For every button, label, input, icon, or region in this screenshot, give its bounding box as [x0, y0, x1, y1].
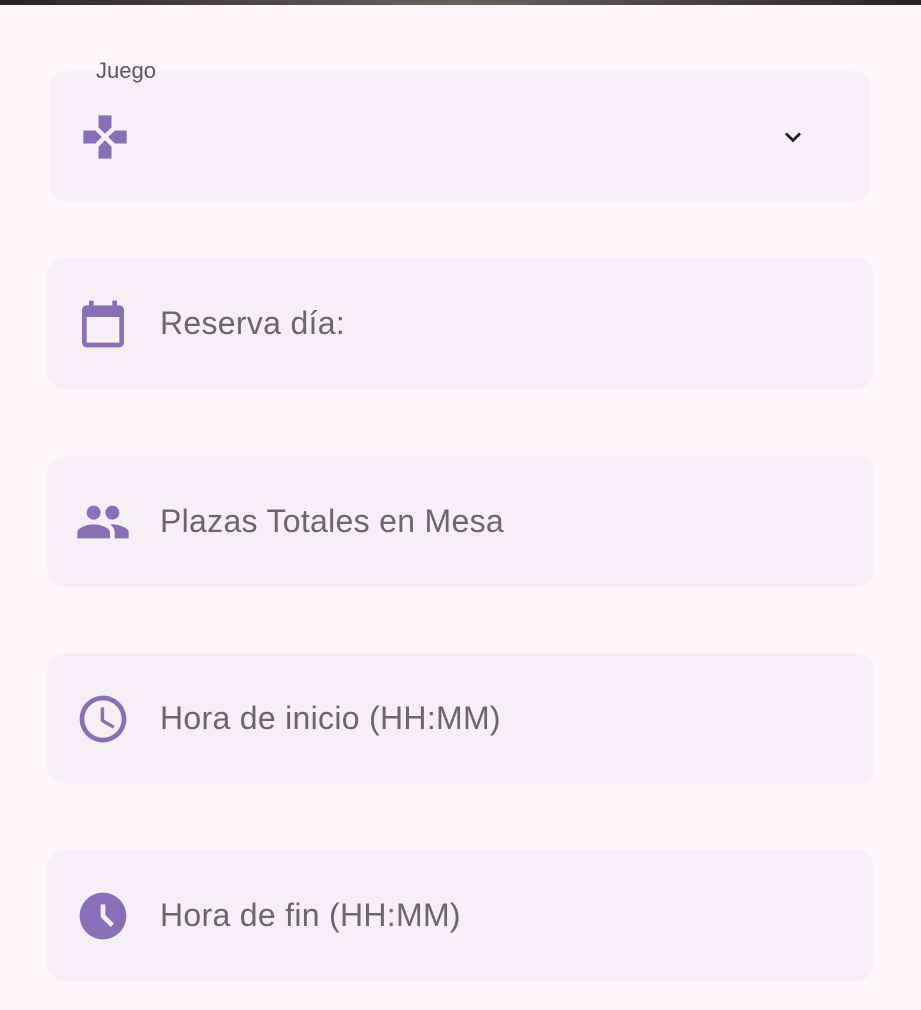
- people-icon: [75, 494, 131, 550]
- chevron-down-icon[interactable]: [773, 117, 813, 157]
- start-time-field-placeholder: Hora de inicio (HH:MM): [160, 700, 501, 736]
- game-dropdown[interactable]: [49, 71, 871, 202]
- game-field-label: Juego: [96, 58, 156, 83]
- seats-field-placeholder: Plazas Totales en Mesa: [160, 503, 504, 539]
- top-image-edge: [0, 0, 921, 5]
- start-time-field[interactable]: Hora de inicio (HH:MM): [47, 653, 874, 784]
- date-field[interactable]: Reserva día:: [47, 258, 874, 389]
- end-time-field-placeholder: Hora de fin (HH:MM): [160, 897, 461, 933]
- calendar-icon: [75, 296, 131, 352]
- clock-outline-icon: [75, 691, 131, 747]
- date-field-placeholder: Reserva día:: [160, 305, 346, 341]
- seats-field[interactable]: Plazas Totales en Mesa: [47, 456, 874, 587]
- end-time-field[interactable]: Hora de fin (HH:MM): [47, 850, 874, 981]
- clock-filled-icon: [75, 888, 131, 944]
- gamepad-icon: [77, 109, 133, 165]
